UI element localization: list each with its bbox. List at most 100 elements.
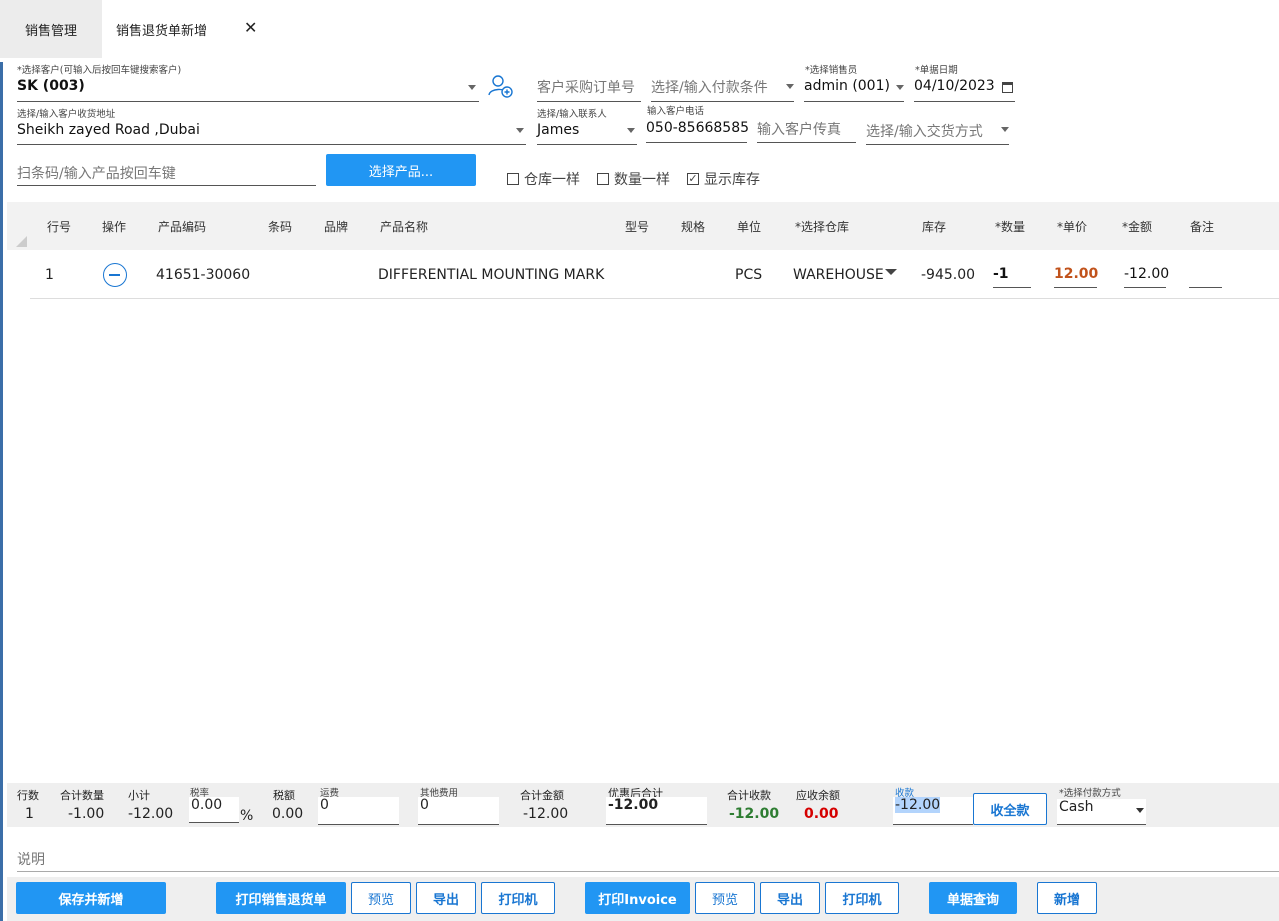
- shipping-input[interactable]: 0: [318, 797, 399, 825]
- warehouse-select[interactable]: WAREHOUSE: [793, 267, 884, 283]
- col-header-barcode: 条码: [268, 220, 293, 234]
- remark-input[interactable]: [1189, 264, 1222, 288]
- warehouse-value: WAREHOUSE: [793, 267, 884, 283]
- subtotal-value: -12.00: [128, 806, 174, 822]
- print-invoice-button[interactable]: 打印Invoice: [585, 882, 690, 914]
- same-warehouse-checkbox[interactable]: 仓库一样: [507, 169, 580, 189]
- show-stock-checkbox[interactable]: ✓ 显示库存: [687, 169, 760, 189]
- amount-input[interactable]: -12.00: [1124, 264, 1170, 288]
- delivery-select[interactable]: 选择/输入交货方式: [866, 119, 1009, 145]
- date-label: *单据日期: [915, 65, 958, 76]
- payment-terms-placeholder: 选择/输入付款条件: [651, 80, 768, 96]
- other-fees-input[interactable]: 0: [418, 797, 499, 825]
- pay-method-label: *选择付款方式: [1059, 788, 1121, 799]
- checkmark-icon[interactable]: ✓: [687, 173, 699, 185]
- checkbox-box[interactable]: [507, 173, 519, 185]
- col-header-action: 操作: [102, 220, 127, 234]
- discounted-total-input[interactable]: -12.00: [606, 797, 707, 825]
- tab-sales-return-new[interactable]: 销售退货单新增: [116, 0, 207, 58]
- salesperson-select[interactable]: admin (001): [804, 76, 904, 102]
- row-divider: [30, 298, 1279, 299]
- checkbox-box[interactable]: [597, 173, 609, 185]
- customer-label: *选择客户(可输入后按回车键搜索客户): [17, 65, 182, 76]
- address-select[interactable]: Sheikh zayed Road ,Dubai: [17, 119, 526, 145]
- address-value: Sheikh zayed Road ,Dubai: [17, 122, 200, 138]
- calendar-icon[interactable]: [1002, 82, 1013, 93]
- sort-corner-icon: [16, 236, 27, 247]
- date-input[interactable]: 04/10/2023: [914, 76, 1015, 102]
- left-accent-bar: [0, 62, 3, 921]
- col-header-warehouse: *选择仓库: [795, 220, 850, 234]
- tax-value: 0.00: [272, 806, 304, 822]
- salesperson-label: *选择销售员: [805, 65, 858, 76]
- chevron-down-icon[interactable]: [885, 269, 897, 275]
- col-header-code: 产品编码: [158, 220, 207, 234]
- customer-select[interactable]: SK (003): [17, 76, 479, 102]
- col-header-brand: 品牌: [324, 220, 349, 234]
- tax-label: 税额: [273, 789, 295, 802]
- select-product-button[interactable]: 选择产品...: [326, 154, 476, 186]
- subtotal-label: 小计: [128, 789, 150, 802]
- scan-placeholder: 扫条码/输入产品按回车键: [17, 166, 176, 182]
- payment-terms-select[interactable]: 选择/输入付款条件: [651, 76, 794, 102]
- other-fees-value: 0: [420, 797, 429, 813]
- export-button[interactable]: 导出: [416, 882, 476, 914]
- received-total-label: 合计收款: [727, 789, 771, 802]
- chevron-down-icon: [1136, 808, 1144, 813]
- fax-input[interactable]: 输入客户传真: [757, 117, 856, 143]
- rows-label: 行数: [17, 789, 39, 802]
- preview-button[interactable]: 预览: [351, 882, 411, 914]
- checkbox-label: 数量一样: [614, 172, 670, 188]
- receive-all-button[interactable]: 收全款: [973, 793, 1047, 825]
- total-amount-value: -12.00: [523, 806, 569, 822]
- customer-po-input[interactable]: 客户采购订单号: [537, 76, 641, 102]
- remove-row-icon[interactable]: [103, 263, 127, 287]
- same-quantity-checkbox[interactable]: 数量一样: [597, 169, 670, 189]
- export-invoice-button[interactable]: 导出: [760, 882, 820, 914]
- tab-sales-management[interactable]: 销售管理: [0, 0, 102, 58]
- pay-method-value: Cash: [1059, 799, 1094, 815]
- delivery-placeholder: 选择/输入交货方式: [866, 124, 983, 140]
- received-total-value: -12.00: [729, 806, 780, 822]
- col-header-amount: *金额: [1122, 220, 1153, 234]
- total-qty-label: 合计数量: [60, 789, 104, 802]
- col-header-spec: 规格: [681, 220, 706, 234]
- save-and-new-button[interactable]: 保存并新增: [16, 882, 166, 914]
- price-value: 12.00: [1054, 266, 1099, 282]
- contact-select[interactable]: James: [537, 119, 637, 145]
- preview-invoice-button[interactable]: 预览: [695, 882, 755, 914]
- receive-input[interactable]: -12.00: [893, 797, 973, 825]
- receive-value: -12.00: [895, 797, 941, 813]
- printer-button[interactable]: 打印机: [481, 882, 555, 914]
- col-header-unit: 单位: [737, 220, 762, 234]
- amount-value: -12.00: [1124, 266, 1170, 282]
- discounted-total-value: -12.00: [608, 797, 659, 813]
- print-return-button[interactable]: 打印销售退货单: [216, 882, 346, 914]
- tab-label: 销售管理: [24, 23, 77, 39]
- qty-input[interactable]: -1: [993, 264, 1031, 288]
- contact-label: 选择/输入联系人: [537, 109, 607, 120]
- salesperson-value: admin (001): [804, 78, 890, 94]
- balance-label: 应收余额: [796, 789, 840, 802]
- pay-method-select[interactable]: Cash: [1057, 799, 1146, 825]
- address-label: 选择/输入客户收货地址: [17, 109, 116, 120]
- rows-value: 1: [25, 806, 34, 822]
- col-header-qty: *数量: [995, 220, 1026, 234]
- scan-input[interactable]: 扫条码/输入产品按回车键: [17, 160, 316, 186]
- printer-invoice-button[interactable]: 打印机: [825, 882, 899, 914]
- chevron-down-icon: [468, 85, 476, 90]
- close-icon[interactable]: ✕: [244, 18, 257, 37]
- new-button[interactable]: 新增: [1037, 882, 1097, 914]
- percent-sign: %: [240, 808, 254, 824]
- col-header-no: 行号: [47, 220, 72, 234]
- note-input[interactable]: 说明: [17, 846, 1279, 872]
- add-customer-icon[interactable]: [488, 73, 514, 99]
- phone-input[interactable]: 050-85668585: [646, 117, 749, 143]
- col-header-stock: 库存: [922, 220, 947, 234]
- col-header-name: 产品名称: [380, 220, 429, 234]
- document-query-button[interactable]: 单据查询: [929, 882, 1017, 914]
- tax-rate-input[interactable]: 0.00: [189, 797, 239, 823]
- tab-label: 销售退货单新增: [116, 23, 208, 39]
- fax-placeholder: 输入客户传真: [757, 122, 841, 138]
- price-input[interactable]: 12.00: [1054, 264, 1099, 288]
